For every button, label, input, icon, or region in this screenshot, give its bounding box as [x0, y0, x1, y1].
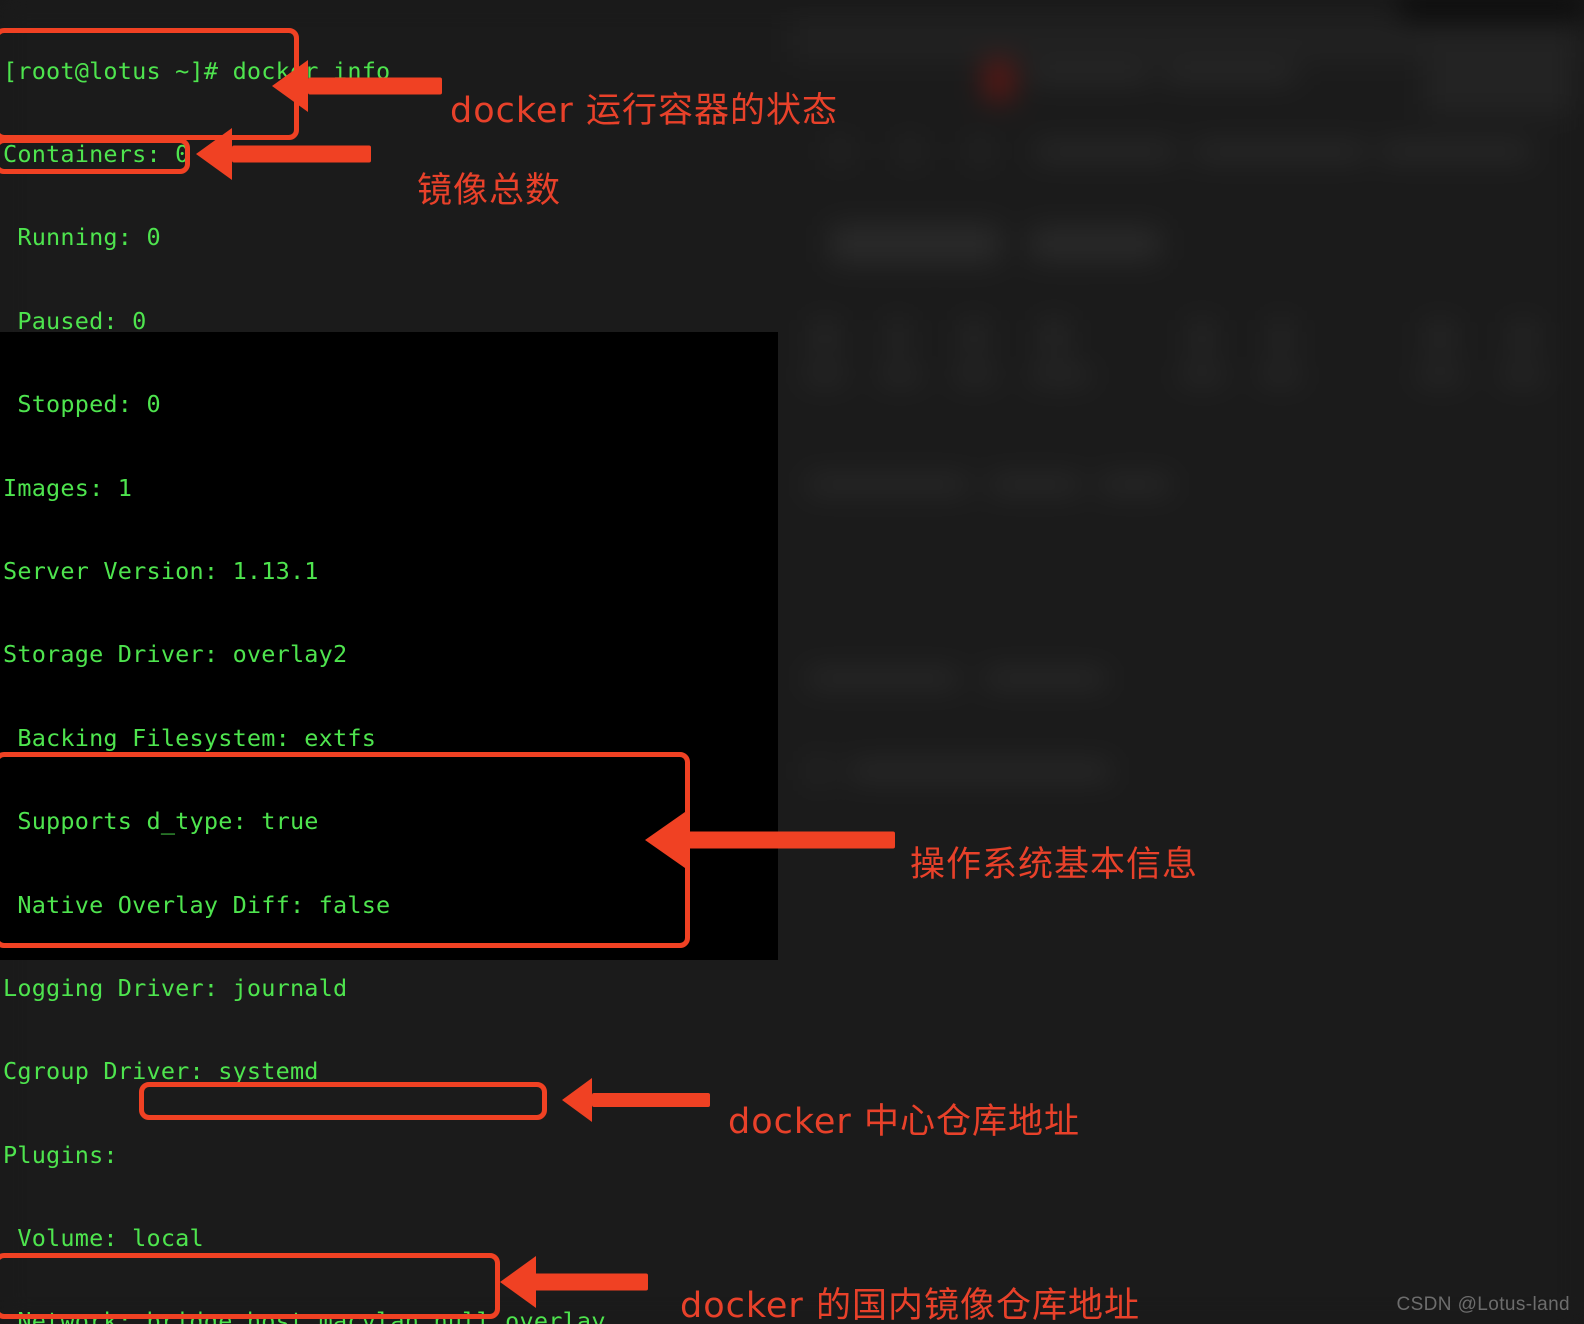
annotation-containers-status: docker 运行容器的状态	[450, 91, 838, 131]
arrow-to-images	[196, 128, 371, 180]
terminal-line: Paused: 0	[3, 306, 147, 335]
terminal-line: Plugins:	[3, 1140, 118, 1169]
terminal-line: Running: 0	[3, 223, 161, 252]
csdn-watermark: CSDN @Lotus-land	[1396, 1294, 1570, 1315]
terminal-line: Native Overlay Diff: false	[3, 890, 391, 919]
terminal-line: Images: 1	[3, 473, 133, 502]
screenshot-root: [root@lotus ~]# docker info Containers: …	[0, 0, 1584, 1324]
terminal-line: Cgroup Driver: systemd	[3, 1057, 319, 1086]
terminal-line: Logging Driver: journald	[3, 973, 348, 1002]
annotation-os-basic-info: 操作系统基本信息	[910, 845, 1199, 885]
annotation-registry-mirror: docker 的国内镜像仓库地址	[680, 1286, 1140, 1324]
arrow-to-mirrors	[500, 1256, 648, 1308]
arrow-to-os-info	[645, 812, 895, 868]
terminal-line: Server Version: 1.13.1	[3, 556, 319, 585]
arrow-to-containers	[272, 60, 442, 112]
terminal-line: Storage Driver: overlay2	[3, 640, 348, 669]
arrow-to-registry	[562, 1078, 710, 1122]
terminal-line: Backing Filesystem: extfs	[3, 723, 377, 752]
annotation-images-total: 镜像总数	[417, 171, 562, 211]
annotation-registry-hub: docker 中心仓库地址	[728, 1102, 1080, 1142]
terminal-line: Stopped: 0	[3, 390, 161, 419]
terminal-line: Volume: local	[3, 1224, 204, 1253]
